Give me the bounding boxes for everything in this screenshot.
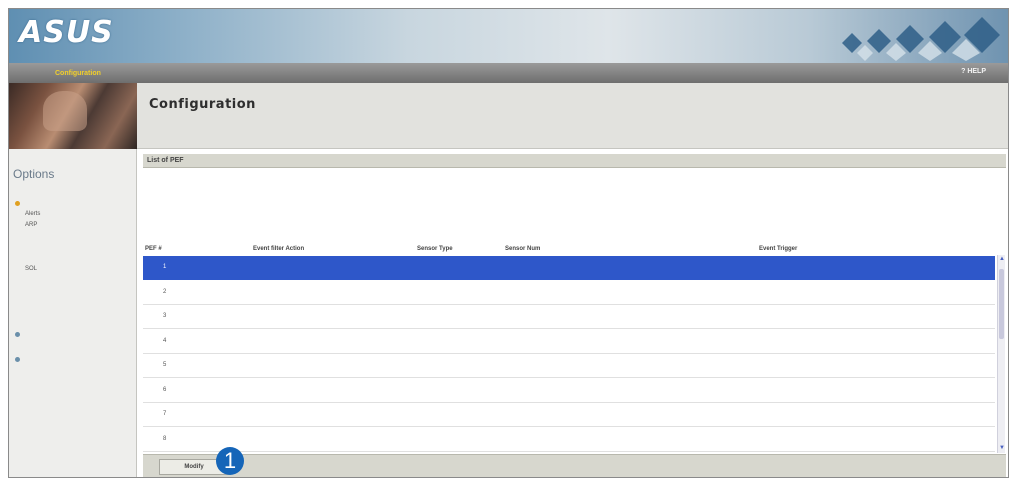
table-scrollbar[interactable]: ▲ ▼ (997, 255, 1005, 453)
table-row[interactable]: 4 (143, 329, 995, 354)
asus-logo: ASUS (19, 15, 114, 50)
section-header: List of PEF (143, 154, 1006, 168)
table-footer: Modify (143, 454, 1006, 477)
sidebar-item-alerts[interactable]: Alerts (25, 211, 40, 217)
logout-bullet-icon (15, 357, 20, 362)
page-bullet-icon (15, 332, 20, 337)
banner: ASUS (9, 9, 1008, 63)
section-title: List of PEF (147, 157, 184, 164)
header-photo-figure (43, 91, 87, 131)
callout-number: 1 (216, 447, 244, 475)
table-row[interactable]: 3 (143, 305, 995, 329)
sidebar-title: Options (13, 167, 55, 181)
help-label: HELP (967, 68, 986, 75)
window-frame: ASUS Configuration ? HELP Configuration … (8, 8, 1009, 478)
column-header-sensor-num[interactable]: Sensor Num (505, 246, 540, 252)
table-row[interactable]: 8 (143, 427, 995, 452)
scroll-thumb[interactable] (999, 269, 1004, 339)
page-title: Configuration (149, 97, 256, 112)
cell-num: 5 (163, 362, 167, 368)
help-link[interactable]: ? HELP (961, 68, 986, 75)
cell-num: 1 (163, 264, 167, 270)
scroll-up-arrow-icon[interactable]: ▲ (998, 255, 1006, 264)
table-row[interactable]: 7 (143, 403, 995, 427)
cell-num: 7 (163, 411, 167, 417)
table-row[interactable]: 2 (143, 280, 995, 305)
table-row[interactable]: 6 (143, 378, 995, 403)
cell-num: 3 (163, 313, 167, 319)
cell-num: 4 (163, 337, 167, 344)
cell-num: 6 (163, 386, 167, 393)
sidebar-item-sol[interactable]: SOL (25, 266, 37, 272)
sidebar: Options Alerts ARP SOL (9, 149, 137, 477)
nav-item-configuration[interactable]: Configuration (55, 70, 101, 77)
configure-bullet-icon (15, 201, 20, 206)
table-row[interactable]: 5 (143, 354, 995, 378)
sidebar-item-arp[interactable]: ARP (25, 222, 37, 228)
main-nav: Configuration ? HELP (9, 63, 1008, 83)
table-row[interactable]: 1 (143, 256, 995, 280)
column-header-action[interactable]: Event filter Action (253, 246, 304, 252)
scroll-down-arrow-icon[interactable]: ▼ (998, 444, 1006, 453)
page-header: Configuration (137, 83, 1008, 149)
column-header-pef-num[interactable]: PEF # (145, 246, 162, 252)
diamond-pattern-graphic (842, 17, 1000, 61)
main-content: List of PEF PEF # Event filter Action Se… (143, 154, 1006, 477)
cell-num: 8 (163, 435, 167, 442)
column-header-event-trigger[interactable]: Event Trigger (759, 246, 797, 252)
column-header-sensor-type[interactable]: Sensor Type (417, 246, 453, 252)
cell-num: 2 (163, 288, 167, 295)
